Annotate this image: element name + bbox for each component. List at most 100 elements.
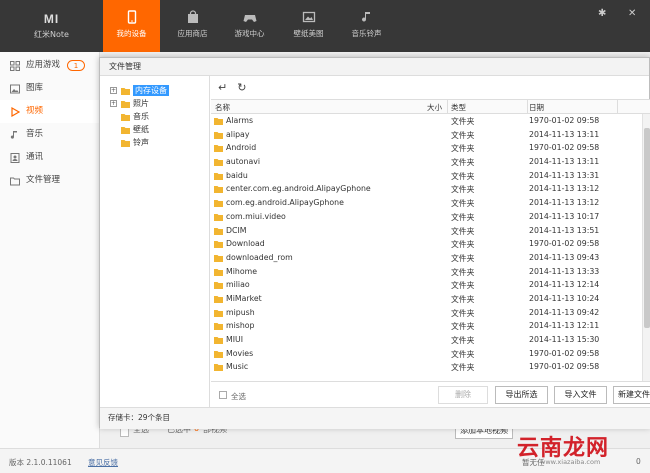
column-type[interactable]: 类型 [451, 102, 466, 113]
music-note-icon [361, 12, 370, 22]
file-row[interactable]: mishop 文件夹 2014-11-13 12:11 [211, 319, 650, 333]
folder-icon [214, 282, 223, 290]
scrollbar-thumb[interactable] [644, 128, 650, 328]
file-date: 1970-01-02 09:58 [529, 116, 600, 125]
file-name: Music [226, 362, 249, 372]
file-row[interactable]: DCIM 文件夹 2014-11-13 13:51 [211, 224, 650, 238]
folder-icon [214, 364, 223, 372]
folder-tree: + 内存设备 + 照片 音乐 壁纸 铃声 [100, 76, 210, 407]
file-row[interactable]: com.eg.android.AlipayGphone 文件夹 2014-11-13… [211, 196, 650, 210]
file-type: 文件夹 [451, 294, 475, 304]
dialog-title: 文件管理 [100, 58, 649, 76]
select-all-checkbox[interactable] [219, 391, 227, 399]
tree-node-photos[interactable]: + 照片 [100, 97, 209, 110]
file-row[interactable]: alipay 文件夹 2014-11-13 13:11 [211, 128, 650, 142]
tab-wallpapers[interactable]: 壁纸美图 [280, 0, 337, 52]
file-row[interactable]: miliao 文件夹 2014-11-13 12:14 [211, 278, 650, 292]
refresh-icon[interactable]: ↻ [237, 81, 246, 94]
sidebar: 应用游戏 1 图库 视频 音乐 通讯 文件管理 [0, 52, 100, 448]
file-date: 2014-11-13 13:51 [529, 225, 600, 235]
file-row[interactable]: mipush 文件夹 2014-11-13 09:42 [211, 306, 650, 320]
file-row[interactable]: Mihome 文件夹 2014-11-13 13:33 [211, 265, 650, 279]
file-type: 文件夹 [451, 281, 475, 291]
file-name: Download [226, 239, 265, 249]
tree-node-internal[interactable]: + 内存设备 [100, 84, 209, 97]
delete-button[interactable]: 删除 [438, 386, 488, 404]
file-date: 2014-11-13 12:14 [529, 280, 600, 290]
file-row[interactable]: autonavi 文件夹 2014-11-13 13:11 [211, 155, 650, 169]
update-count-badge: 1 [67, 60, 85, 71]
file-type: 文件夹 [451, 308, 475, 318]
tab-game-center[interactable]: 游戏中心 [221, 0, 278, 52]
file-row[interactable]: MIUI 文件夹 2014-11-13 15:30 [211, 333, 650, 347]
folder-icon [121, 87, 130, 95]
mi-logo: MI [43, 12, 60, 26]
file-row[interactable]: Alarms 文件夹 1970-01-02 09:58 [211, 114, 650, 128]
sidebar-item-file-manager[interactable]: 文件管理 [0, 169, 99, 192]
phone-icon [127, 10, 136, 24]
column-name[interactable]: 名称 [215, 102, 230, 113]
column-date[interactable]: 日期 [529, 102, 544, 113]
tree-node-ringtones[interactable]: 铃声 [100, 136, 209, 149]
sidebar-item-apps[interactable]: 应用游戏 1 [0, 54, 99, 77]
file-row[interactable]: center.com.eg.android.AlipayGphone 文件夹 201… [211, 182, 650, 196]
tree-node-music[interactable]: 音乐 [100, 110, 209, 123]
bg-select-all-checkbox[interactable] [120, 428, 129, 437]
file-type: 文件夹 [451, 130, 475, 140]
file-date: 2014-11-13 15:30 [529, 335, 600, 344]
folder-icon [214, 350, 223, 358]
folder-icon [214, 337, 223, 344]
sidebar-item-contacts[interactable]: 通讯 [0, 146, 99, 169]
file-row[interactable]: baidu 文件夹 2014-11-13 13:31 [211, 169, 650, 183]
file-row[interactable]: Download 文件夹 1970-01-02 09:58 [211, 237, 650, 251]
shopping-bag-icon [187, 10, 198, 23]
sidebar-item-gallery[interactable]: 图库 [0, 77, 99, 100]
file-type: 文件夹 [451, 199, 475, 209]
tab-my-device[interactable]: 我的设备 [103, 0, 160, 52]
file-row[interactable]: downloaded_rom 文件夹 2014-11-13 09:43 [211, 251, 650, 265]
export-selected-button[interactable]: 导出所选 [495, 386, 548, 404]
file-date: 2014-11-13 10:24 [529, 293, 600, 303]
file-type: 文件夹 [451, 240, 475, 250]
file-date: 2014-11-13 13:11 [529, 157, 600, 167]
file-row[interactable]: Android 文件夹 1970-01-02 09:58 [211, 141, 650, 155]
new-folder-button[interactable]: 新建文件 [613, 386, 650, 404]
file-row[interactable]: MiMarket 文件夹 2014-11-13 10:24 [211, 292, 650, 306]
folder-icon [121, 100, 130, 108]
file-date: 2014-11-13 10:17 [529, 211, 600, 221]
tree-node-wallpaper[interactable]: 壁纸 [100, 123, 209, 136]
folder-icon [214, 323, 223, 331]
file-name: Alarms [226, 116, 254, 125]
dialog-action-bar: 全选 删除 导出所选 导入文件 新建文件 [211, 381, 650, 407]
tab-ringtones[interactable]: 音乐铃声 [338, 0, 395, 52]
expand-icon[interactable]: + [110, 87, 117, 94]
back-arrow-icon[interactable]: ↵ [218, 81, 227, 94]
file-row[interactable]: Movies 文件夹 1970-01-02 09:58 [211, 347, 650, 361]
sidebar-item-music[interactable]: 音乐 [0, 123, 99, 146]
import-file-button[interactable]: 导入文件 [554, 386, 607, 404]
feedback-link[interactable]: 意见反馈 [88, 457, 118, 468]
close-icon[interactable]: ✕ [628, 8, 636, 19]
gamepad-icon [243, 15, 256, 22]
column-size[interactable]: 大小 [427, 102, 442, 113]
file-date: 2014-11-13 13:11 [529, 129, 600, 139]
vertical-scrollbar[interactable] [642, 114, 650, 394]
folder-icon [214, 295, 223, 303]
sidebar-item-video[interactable]: 视频 [0, 100, 99, 123]
folder-icon [214, 254, 223, 262]
file-row[interactable]: com.miui.video 文件夹 2014-11-13 10:17 [211, 210, 650, 224]
watermark-sub: www.xiazaiba.com [540, 458, 601, 466]
file-name: MiMarket [226, 293, 262, 303]
gear-icon[interactable]: ✱ [598, 8, 606, 19]
tab-app-store[interactable]: 应用商店 [164, 0, 221, 52]
file-toolbar: ↵ ↻ [211, 76, 650, 99]
device-model: 红米Note [34, 30, 69, 39]
file-name: mishop [226, 321, 255, 331]
folder-icon [214, 159, 223, 167]
device-brand[interactable]: MI 红米Note [0, 0, 103, 52]
file-name: com.miui.video [226, 211, 286, 221]
expand-icon[interactable]: + [110, 100, 117, 107]
file-type: 文件夹 [451, 226, 475, 236]
file-row[interactable]: Music 文件夹 1970-01-02 09:58 [211, 360, 650, 374]
file-date: 1970-01-02 09:58 [529, 239, 600, 249]
